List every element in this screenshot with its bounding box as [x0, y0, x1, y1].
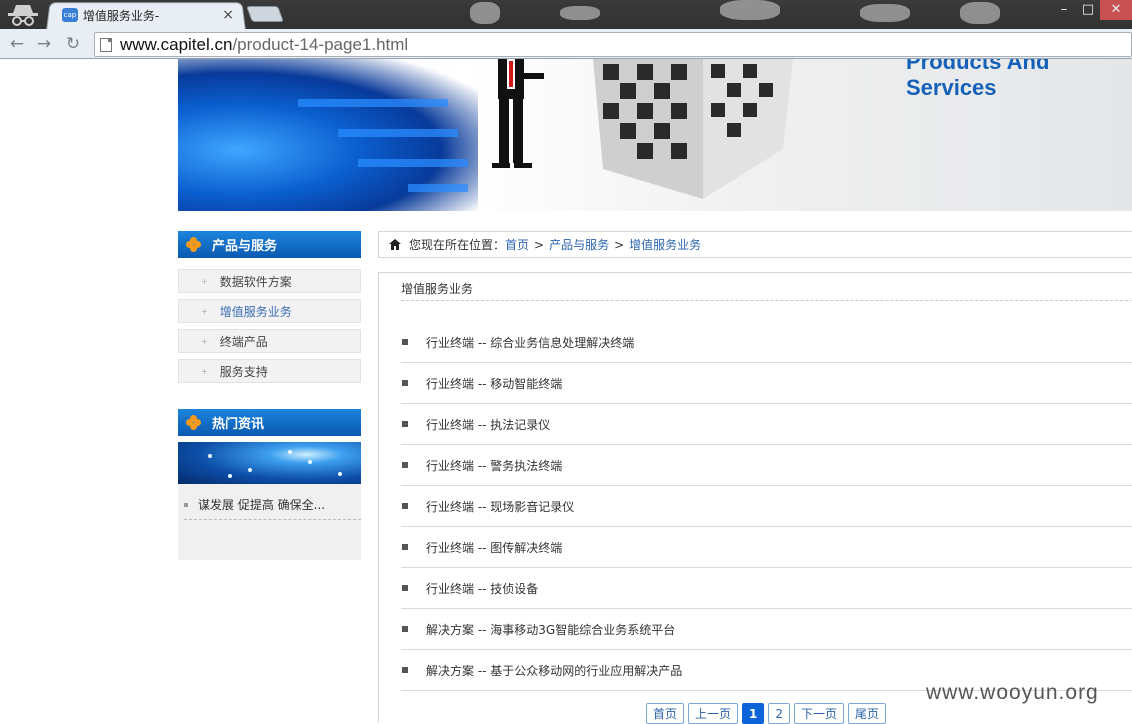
tab-close-icon[interactable]: × [222, 7, 234, 23]
favicon-icon: cap [62, 8, 78, 22]
list-item[interactable]: 行业终端 -- 综合业务信息处理解决终端 [401, 322, 1132, 363]
content-panel: 增值服务业务 行业终端 -- 综合业务信息处理解决终端 行业终端 -- 移动智能… [378, 272, 1132, 723]
divider [184, 519, 361, 520]
bullet-icon: + [201, 276, 208, 286]
browser-toolbar: ← → ↻ www.capitel.cn /product-14-page1.h… [0, 29, 1132, 59]
page-icon [100, 37, 112, 52]
sidebar-item-label: 增值服务业务 [219, 304, 292, 319]
list-item-label: 行业终端 -- 现场影音记录仪 [426, 499, 575, 514]
bullet-icon [402, 626, 408, 632]
businessman-illustration [492, 59, 544, 168]
bullet-icon [402, 544, 408, 550]
orange-flower-icon [186, 414, 202, 431]
sidebar-news-title: 热门资讯 [212, 417, 265, 432]
list-item-label: 行业终端 -- 综合业务信息处理解决终端 [426, 335, 635, 350]
sidebar-item-service-support[interactable]: + 服务支持 [178, 359, 361, 383]
breadcrumb-separator: > [614, 237, 625, 252]
list-item-label: 行业终端 -- 执法记录仪 [426, 417, 551, 432]
address-bar[interactable]: www.capitel.cn /product-14-page1.html [94, 32, 1132, 57]
window-minimize-button[interactable]: – [1052, 0, 1076, 20]
header-banner: Products And Services [178, 59, 1132, 211]
tab-title: 增值服务业务- [82, 8, 160, 23]
news-item[interactable]: 谋发展 促提高 确保全... [184, 496, 356, 513]
incognito-icon [8, 5, 38, 26]
bullet-icon [402, 462, 408, 468]
browser-tab[interactable]: cap 增值服务业务- × [62, 4, 240, 26]
list-item[interactable]: 行业终端 -- 现场影音记录仪 [401, 486, 1132, 527]
breadcrumb-separator: > [534, 237, 545, 252]
bullet-icon [402, 339, 408, 345]
bullet-icon [402, 503, 408, 509]
sidebar-item-value-added-services[interactable]: + 增值服务业务 [178, 299, 361, 323]
reload-button[interactable]: ↻ [62, 33, 84, 55]
list-item[interactable]: 行业终端 -- 图传解决终端 [401, 527, 1132, 568]
list-item[interactable]: 行业终端 -- 执法记录仪 [401, 404, 1132, 445]
page-number-1[interactable]: 1 [742, 703, 765, 724]
bullet-icon [402, 585, 408, 591]
browser-chrome: cap 增值服务业务- × – □ ✕ ← → ↻ www.capitel.cn… [0, 0, 1132, 59]
list-item-label: 行业终端 -- 警务执法终端 [426, 458, 563, 473]
breadcrumb-link-products[interactable]: 产品与服务 [549, 236, 609, 253]
url-host: www.capitel.cn [120, 34, 233, 54]
sidebar-products-heading: 产品与服务 [178, 231, 361, 258]
divider [401, 300, 1132, 301]
sidebar-item-terminal-products[interactable]: + 终端产品 [178, 329, 361, 353]
list-item-label: 行业终端 -- 移动智能终端 [426, 376, 563, 391]
breadcrumb-link-current[interactable]: 增值服务业务 [629, 236, 701, 253]
section-title: 增值服务业务 [401, 282, 474, 296]
banner-tagline: Products And Services [906, 59, 1050, 100]
url-path: /product-14-page1.html [232, 34, 409, 54]
page-first-button[interactable]: 首页 [646, 703, 685, 724]
sidebar-products-title: 产品与服务 [212, 239, 278, 254]
window-close-button[interactable]: ✕ [1100, 0, 1132, 20]
window-maximize-button[interactable]: □ [1076, 0, 1100, 20]
bullet-icon [184, 502, 188, 507]
list-item-label: 行业终端 -- 图传解决终端 [426, 540, 563, 555]
new-tab-button[interactable] [246, 6, 284, 22]
bullet-icon: + [201, 336, 208, 346]
list-item[interactable]: 行业终端 -- 移动智能终端 [401, 363, 1132, 404]
sidebar-item-label: 终端产品 [219, 334, 268, 349]
news-item-label: 谋发展 促提高 确保全... [198, 498, 326, 512]
page-next-button[interactable]: 下一页 [794, 703, 845, 724]
home-icon [389, 239, 401, 250]
bullet-icon [402, 380, 408, 386]
bullet-icon [402, 421, 408, 427]
news-banner-image [178, 442, 361, 484]
bullet-icon [402, 667, 408, 673]
page-number-2[interactable]: 2 [768, 703, 791, 724]
list-item[interactable]: 解决方案 -- 海事移动3G智能综合业务系统平台 [401, 609, 1132, 650]
sidebar-item-label: 服务支持 [219, 364, 268, 379]
page-last-button[interactable]: 尾页 [848, 703, 887, 724]
sidebar-news-heading: 热门资讯 [178, 409, 361, 436]
sidebar-item-label: 数据软件方案 [219, 274, 292, 289]
bullet-icon: + [201, 306, 208, 316]
list-item[interactable]: 行业终端 -- 警务执法终端 [401, 445, 1132, 486]
breadcrumb-prefix: 您现在所在位置： [409, 238, 506, 252]
back-button[interactable]: ← [6, 33, 28, 55]
breadcrumb: 您现在所在位置： 首页 > 产品与服务 > 增值服务业务 [378, 231, 1132, 258]
sidebar-item-data-software[interactable]: + 数据软件方案 [178, 269, 361, 293]
watermark: www.wooyun.org [926, 681, 1099, 704]
list-item[interactable]: 行业终端 -- 技侦设备 [401, 568, 1132, 609]
orange-flower-icon [186, 236, 202, 253]
checkered-cube-illustration [593, 59, 793, 199]
page-prev-button[interactable]: 上一页 [688, 703, 739, 724]
list-item-label: 行业终端 -- 技侦设备 [426, 581, 539, 596]
list-item-label: 解决方案 -- 基于公众移动网的行业应用解决产品 [426, 663, 683, 678]
bullet-icon: + [201, 366, 208, 376]
pagination: 首页 上一页 1 2 下一页 尾页 [646, 703, 890, 724]
breadcrumb-link-home[interactable]: 首页 [505, 236, 529, 253]
news-list: 谋发展 促提高 确保全... [178, 484, 361, 560]
forward-button[interactable]: → [33, 33, 55, 55]
list-item-label: 解决方案 -- 海事移动3G智能综合业务系统平台 [426, 622, 676, 637]
